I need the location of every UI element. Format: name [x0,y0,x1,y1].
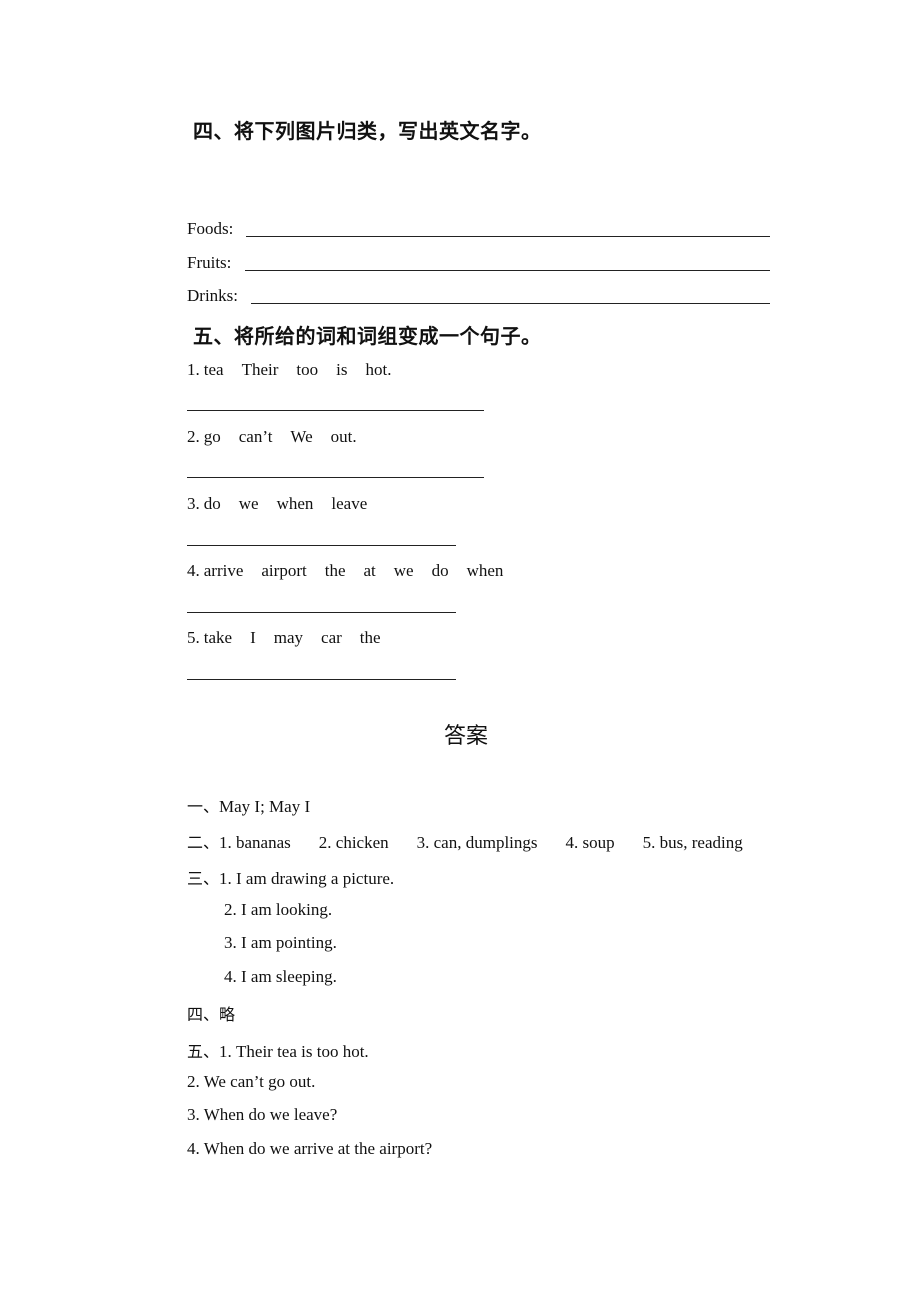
answer-prefix: 一、 [187,797,220,816]
section5-heading: 五、将所给的词和词组变成一个句子。 [193,324,542,348]
word: is [336,360,348,379]
fruits-answer-line[interactable] [245,270,770,271]
word: car [321,628,342,647]
word: may [273,628,304,647]
foods-label: Foods: [187,219,234,238]
question-2: 2. go can’t We out. [187,427,375,447]
word: when [276,494,314,513]
answer-text: 略 [219,1005,236,1024]
word: the [359,628,381,647]
question-number: 1. [187,360,200,379]
answer-4: 四、略 [187,1001,235,1025]
drinks-answer-line[interactable] [251,303,770,304]
word: the [324,561,346,580]
foods-answer-line[interactable] [246,236,770,237]
word: We [290,427,313,446]
answer-line-1[interactable] [187,410,484,411]
answer-text: May I; May I [219,797,311,816]
word: at [363,561,376,580]
answer-3-3: 3. I am pointing. [224,933,337,952]
question-number: 2. [187,427,200,446]
question-1: 1. tea Their too is hot. [187,360,409,380]
answer-line-5[interactable] [187,679,456,680]
word: do [431,561,449,580]
answer-line-2[interactable] [187,477,484,478]
answer-item: 3. can, dumplings [416,833,538,852]
word: we [238,494,259,513]
word: tea [203,360,224,379]
word: do [203,494,221,513]
word: leave [331,494,368,513]
answer-2: 二、1. bananas 2. chicken 3. can, dumplings 4… [187,829,743,853]
drinks-label: Drinks: [187,286,238,305]
answer-item: 1. I am drawing a picture. [219,869,395,888]
answer-line-3[interactable] [187,545,456,546]
answer-5-4: 4. When do we arrive at the airport? [187,1139,433,1158]
word: hot. [365,360,392,379]
word: we [393,561,414,580]
answers-title: 答案 [444,724,489,749]
answer-item: 1. bananas [219,833,291,852]
answer-item: 2. chicken [318,833,389,852]
answer-1: 一、May I; May I [187,793,310,817]
word: I [250,628,256,647]
question-number: 3. [187,494,200,513]
word: can’t [238,427,273,446]
word: airport [261,561,307,580]
question-5: 5. take Imay car the [187,628,399,648]
answer-5-3: 3. When do we leave? [187,1105,338,1124]
word: take [203,628,233,647]
answer-prefix: 二、 [187,833,220,852]
question-number: 4. [187,561,200,580]
answer-prefix: 五、 [187,1042,220,1061]
fruits-label: Fruits: [187,253,232,272]
answer-item: 5. bus, reading [642,833,743,852]
word: when [466,561,504,580]
answer-item: 1. Their tea is too hot. [219,1042,369,1061]
answer-prefix: 三、 [187,869,220,888]
answer-5-1: 五、1. Their tea is too hot. [187,1038,369,1062]
question-3: 3. do we when leave [187,494,385,514]
answer-prefix: 四、 [187,1005,220,1024]
answer-line-4[interactable] [187,612,456,613]
word: go [203,427,221,446]
answer-3-4: 4. I am sleeping. [224,967,337,986]
word: too [296,360,319,379]
section4-heading: 四、将下列图片归类，写出英文名字。 [193,119,542,143]
word: Their [241,360,279,379]
answer-5-2: 2. We can’t go out. [187,1072,316,1091]
answer-item: 4. soup [565,833,615,852]
word: arrive [203,561,244,580]
answer-3-1: 三、1. I am drawing a picture. [187,865,394,889]
question-4: 4. arrive airport the at we do when [187,561,521,581]
answer-3-2: 2. I am looking. [224,900,333,919]
question-number: 5. [187,628,200,647]
word: out. [330,427,357,446]
